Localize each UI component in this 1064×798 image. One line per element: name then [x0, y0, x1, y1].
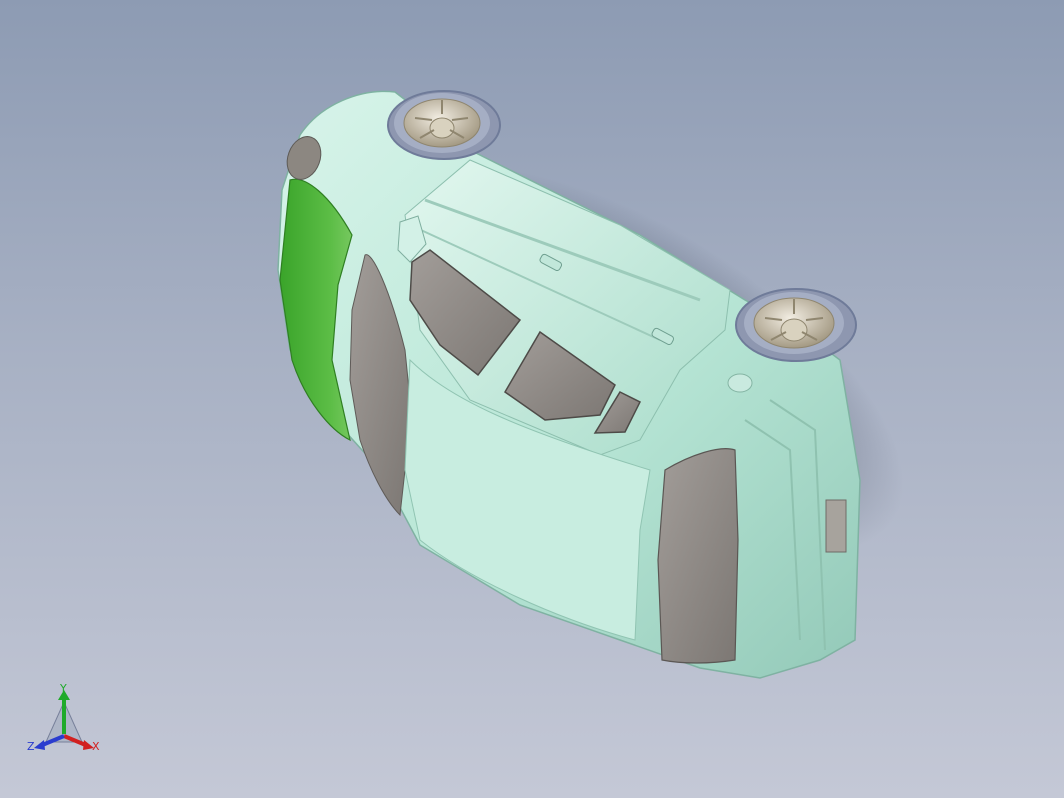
- triad-z-arrow-icon: [34, 740, 45, 750]
- car-3d-model[interactable]: [0, 0, 1064, 798]
- triad-x-label: X: [92, 740, 100, 753]
- orientation-triad[interactable]: Y Z X: [26, 684, 106, 756]
- rear-window: [657, 448, 739, 664]
- triad-y-label: Y: [59, 684, 67, 695]
- fuel-cap: [727, 373, 753, 393]
- graphics-viewport[interactable]: Y Z X: [0, 0, 1064, 798]
- triad-z-label: Z: [27, 740, 35, 753]
- front-wheel[interactable]: [387, 90, 501, 160]
- license-plate: [825, 499, 847, 553]
- rear-wheel[interactable]: [735, 288, 857, 362]
